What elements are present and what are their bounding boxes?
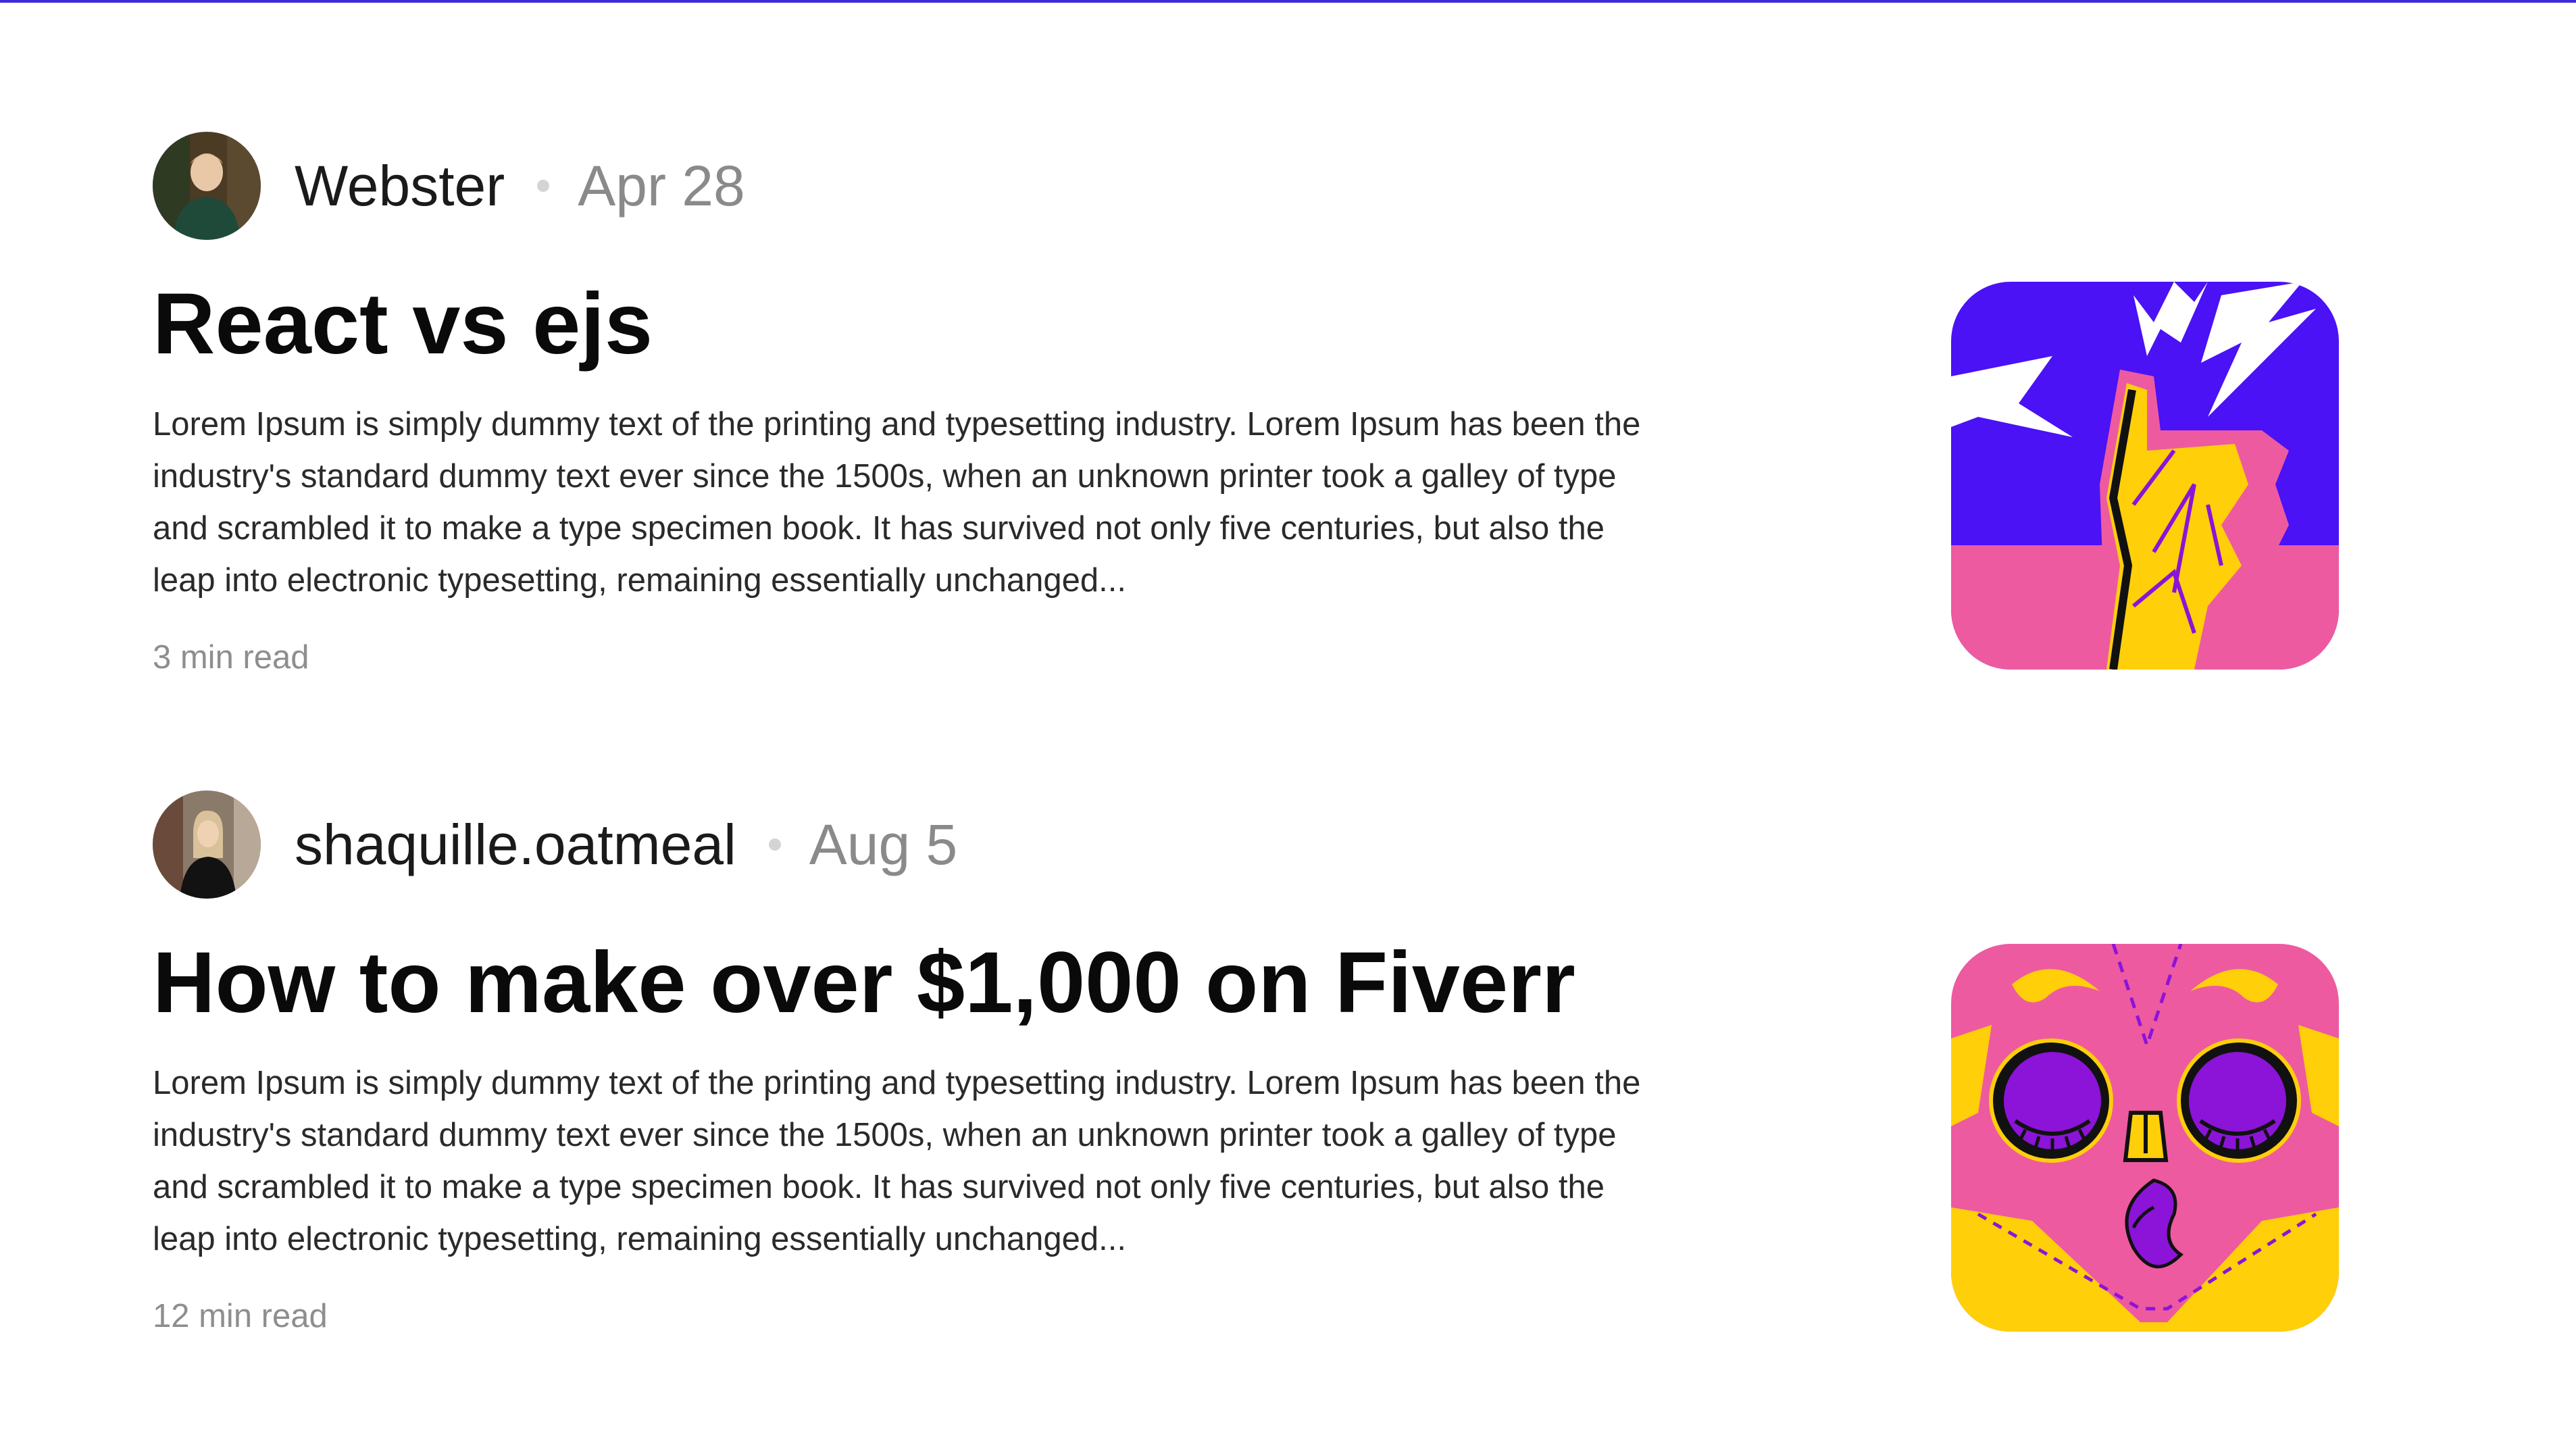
- publish-date: Apr 28: [578, 153, 745, 218]
- author-avatar[interactable]: [153, 132, 261, 240]
- meta-separator-dot: [537, 180, 550, 192]
- article-thumbnail[interactable]: [1951, 944, 2339, 1332]
- author-name[interactable]: shaquille.oatmeal: [295, 812, 736, 878]
- read-time: 12 min read: [153, 1298, 328, 1334]
- article-card[interactable]: shaquille.oatmeal Aug 5 How to make over…: [153, 787, 2342, 1382]
- article-card[interactable]: Webster Apr 28 React vs ejs Lorem Ipsum …: [153, 128, 2342, 723]
- read-time: 3 min read: [153, 639, 309, 676]
- article-meta: Webster Apr 28: [153, 132, 745, 240]
- author-name[interactable]: Webster: [295, 153, 505, 219]
- meta-separator-dot: [768, 838, 781, 851]
- top-accent-line: [0, 0, 2576, 3]
- article-meta: shaquille.oatmeal Aug 5: [153, 790, 957, 899]
- article-excerpt: Lorem Ipsum is simply dummy text of the …: [153, 1065, 1641, 1257]
- article-title[interactable]: React vs ejs: [153, 274, 653, 375]
- owl-face-icon: [1951, 944, 2339, 1332]
- article-excerpt: Lorem Ipsum is simply dummy text of the …: [153, 406, 1641, 599]
- article-title[interactable]: How to make over $1,000 on Fiverr: [153, 932, 1575, 1034]
- article-thumbnail[interactable]: [1951, 282, 2339, 670]
- publish-date: Aug 5: [809, 812, 958, 876]
- thumbs-up-icon: [1951, 282, 2339, 670]
- author-avatar[interactable]: [153, 790, 261, 899]
